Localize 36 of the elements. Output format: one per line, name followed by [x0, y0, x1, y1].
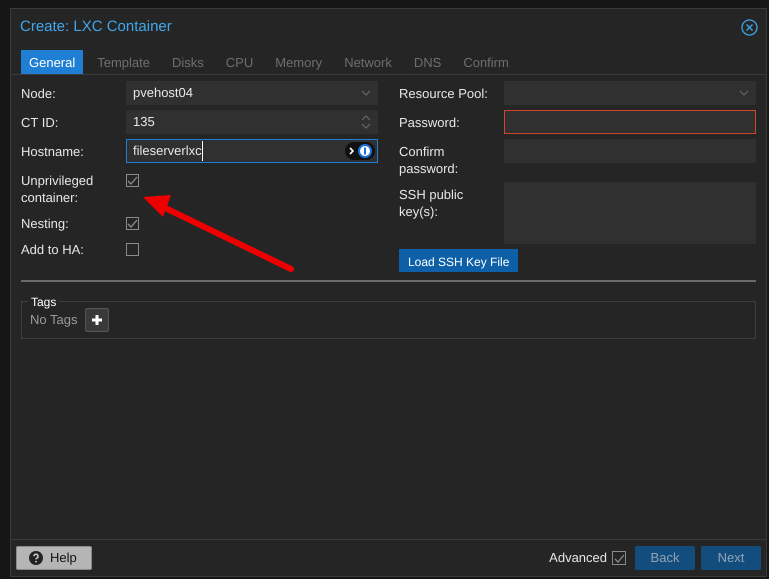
field-label: Nesting: [21, 215, 70, 232]
chevron-down-icon[interactable] [361, 90, 371, 96]
wizard-button[interactable]: Next [701, 546, 761, 570]
checkbox[interactable] [126, 174, 139, 187]
dropdown-field[interactable]: pvehost04 [126, 81, 378, 105]
spinner-arrows-icon[interactable] [361, 114, 371, 130]
wizard-button[interactable]: Back [635, 546, 695, 570]
advanced-checkbox[interactable] [612, 551, 626, 565]
checkbox[interactable] [126, 217, 139, 230]
field-label: Password: [399, 114, 461, 131]
window-title: Create: LXC Container [20, 16, 172, 37]
field-label: CT ID: [21, 114, 60, 131]
field-label: Unprivileged container: [21, 172, 94, 206]
field-label: Node: [21, 85, 57, 102]
plus-icon [91, 314, 104, 326]
advanced-label: Advanced [549, 549, 607, 568]
empty-tags-text: No Tags [30, 311, 78, 330]
tab[interactable]: General [21, 50, 84, 74]
field-value: 135 [133, 113, 156, 132]
number-field[interactable]: 135 [126, 110, 378, 134]
help-icon [29, 551, 43, 565]
checkbox[interactable] [126, 243, 139, 256]
field-label: Confirm password: [399, 143, 460, 177]
add-tag-button[interactable] [85, 308, 110, 332]
field-label: Hostname: [21, 143, 85, 160]
field-label: Resource Pool: [399, 85, 489, 102]
field-value: pvehost04 [133, 84, 194, 102]
help-button[interactable]: Help [16, 546, 92, 570]
dropdown-field[interactable] [504, 81, 756, 105]
load-ssh-key-button[interactable]: Load SSH Key File [399, 249, 518, 272]
field-label: Add to HA: [21, 241, 85, 258]
chevron-down-icon[interactable] [739, 90, 749, 96]
input-field[interactable] [504, 110, 756, 134]
close-icon[interactable] [741, 18, 758, 36]
field-label: SSH public key(s): [399, 186, 464, 220]
field-value: fileserverlxc [133, 141, 203, 161]
